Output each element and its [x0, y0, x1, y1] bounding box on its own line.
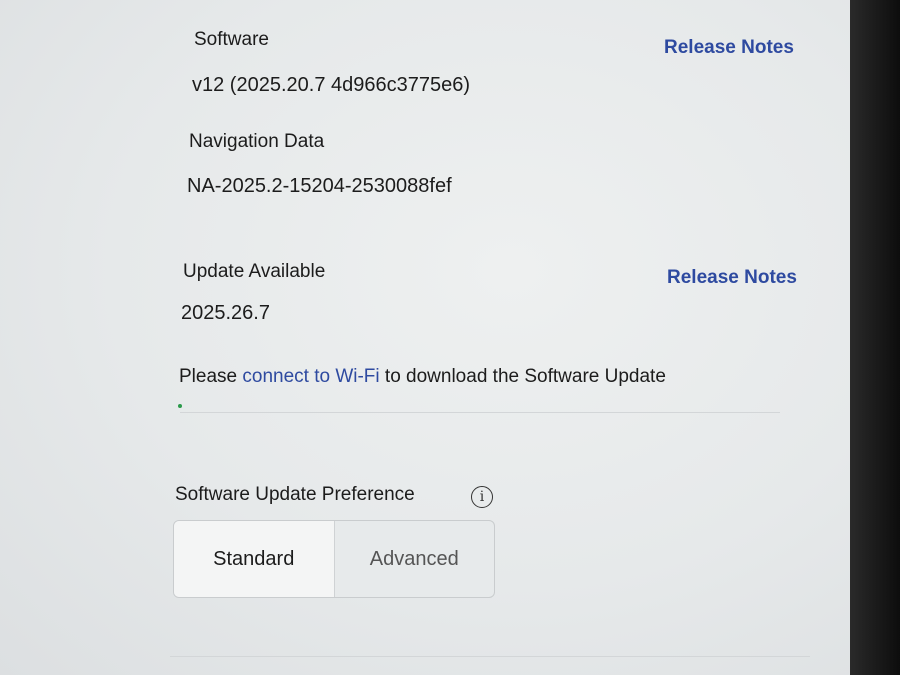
- standard-option[interactable]: Standard: [174, 521, 335, 597]
- wifi-message-prefix: Please: [179, 366, 243, 387]
- info-icon[interactable]: i: [471, 486, 493, 508]
- advanced-option[interactable]: Advanced: [335, 521, 495, 597]
- settings-software-panel: Software Release Notes v12 (2025.20.7 4d…: [0, 0, 850, 675]
- software-label: Software: [194, 29, 269, 50]
- navigation-data-label: Navigation Data: [189, 131, 325, 152]
- connect-wifi-link[interactable]: connect to Wi-Fi: [242, 366, 379, 387]
- navigation-data-version: NA-2025.2-15204-2530088fef: [187, 175, 452, 197]
- update-release-notes-link[interactable]: Release Notes: [667, 267, 797, 289]
- progress-indicator: [178, 404, 182, 408]
- bottom-divider: [170, 656, 810, 657]
- update-version: 2025.26.7: [181, 302, 270, 324]
- software-version: v12 (2025.20.7 4d966c3775e6): [192, 74, 471, 96]
- wifi-message: Please connect to Wi-Fi to download the …: [179, 366, 666, 388]
- update-available-label: Update Available: [183, 261, 326, 282]
- screen-bezel: [850, 0, 900, 675]
- divider: [180, 412, 780, 413]
- wifi-message-suffix: to download the Software Update: [379, 366, 666, 387]
- update-preference-segmented-control: Standard Advanced: [173, 520, 495, 598]
- update-preference-label: Software Update Preference: [175, 484, 415, 505]
- software-release-notes-link[interactable]: Release Notes: [664, 37, 794, 59]
